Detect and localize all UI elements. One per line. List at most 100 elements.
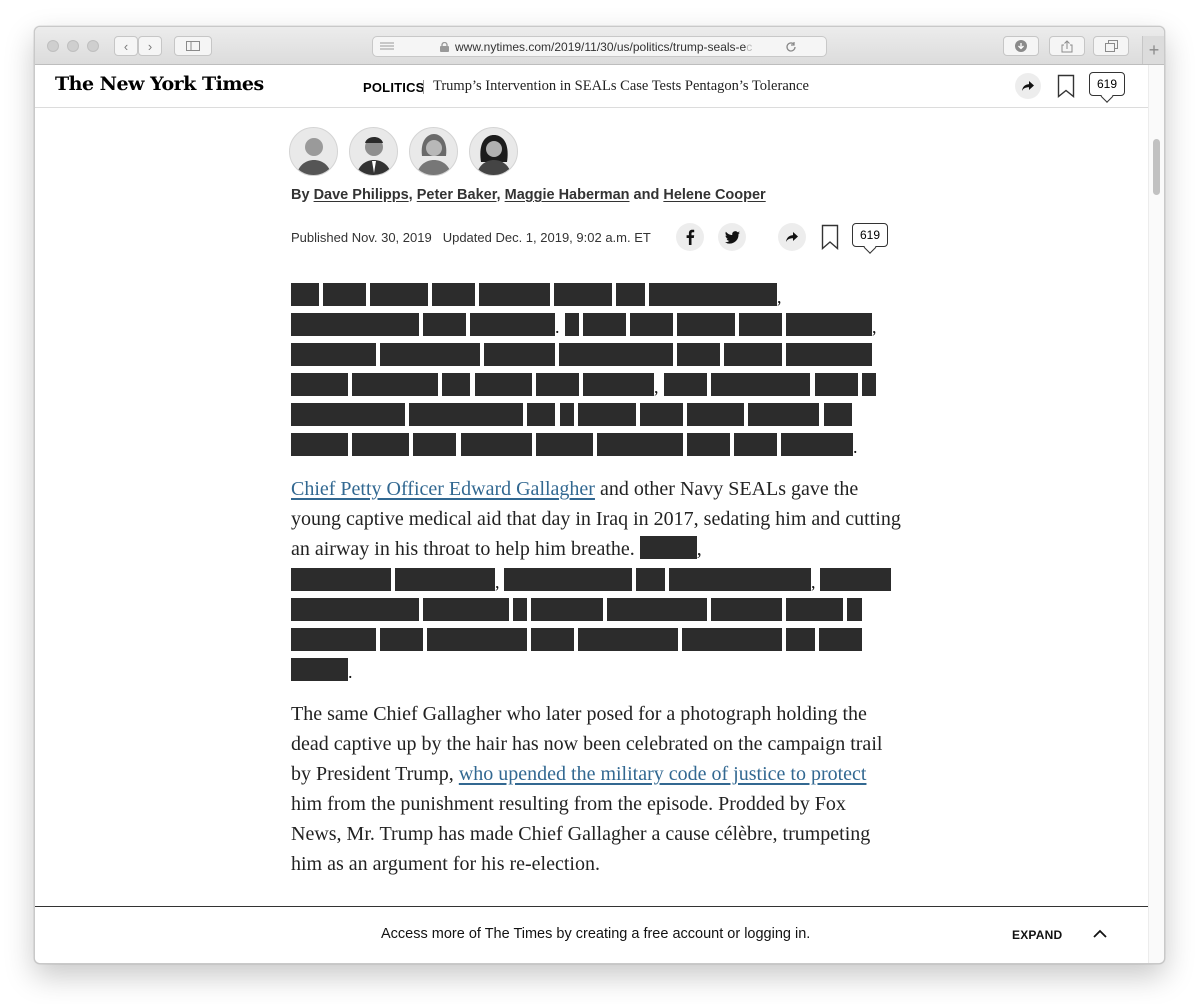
section-label[interactable]: POLITICS <box>363 80 425 95</box>
redaction-block <box>291 343 376 366</box>
bookmark-icon[interactable] <box>1057 74 1075 98</box>
redaction-block <box>781 433 853 456</box>
redaction-block <box>442 373 470 396</box>
redaction-block <box>687 403 744 426</box>
browser-window: ‹ › www.nytimes.com/2019/11/30/us/politi… <box>34 26 1165 964</box>
scrollbar-thumb[interactable] <box>1153 139 1160 195</box>
share-sheet-button[interactable] <box>1049 36 1085 56</box>
redaction-block <box>687 433 730 456</box>
reload-icon[interactable] <box>785 41 797 53</box>
chevron-up-icon[interactable] <box>1093 929 1107 939</box>
browser-toolbar: ‹ › www.nytimes.com/2019/11/30/us/politi… <box>35 27 1164 65</box>
redaction-block <box>380 628 423 651</box>
share-button[interactable] <box>778 223 806 251</box>
byline-separator: and <box>629 187 664 203</box>
redaction-block <box>479 283 550 306</box>
redaction-block <box>423 313 466 336</box>
redaction-block <box>352 433 409 456</box>
redaction-block <box>711 373 810 396</box>
sidebar-button[interactable] <box>174 36 212 56</box>
share-box-icon <box>1061 39 1073 52</box>
redaction-block <box>862 373 876 396</box>
redaction-block <box>291 433 348 456</box>
tabs-overview-button[interactable] <box>1093 36 1129 56</box>
redaction-block <box>413 433 456 456</box>
reader-icon <box>380 42 394 49</box>
close-window-button[interactable] <box>47 40 59 52</box>
redaction-block <box>323 283 366 306</box>
bookmark-icon[interactable] <box>821 224 839 250</box>
redaction-block <box>711 598 782 621</box>
address-bar[interactable]: www.nytimes.com/2019/11/30/us/politics/t… <box>372 36 827 57</box>
twitter-share-button[interactable] <box>718 223 746 251</box>
nyt-logo[interactable]: The New York Times <box>55 73 264 95</box>
redaction-block <box>536 433 593 456</box>
redaction-block <box>739 313 782 336</box>
article-headline: Trump’s Intervention in SEALs Case Tests… <box>433 78 809 94</box>
redaction-block <box>513 598 527 621</box>
redaction-block <box>819 628 862 651</box>
redaction-block <box>616 283 645 306</box>
page-scrollbar[interactable] <box>1148 65 1164 963</box>
author-link[interactable]: Peter Baker <box>417 187 497 203</box>
redaction-block <box>748 403 819 426</box>
redaction-block <box>291 568 391 591</box>
zoom-window-button[interactable] <box>87 40 99 52</box>
paragraph-text: him from the punishment resulting from t… <box>291 793 871 875</box>
facebook-icon <box>686 229 695 245</box>
redaction-block <box>423 598 509 621</box>
redaction-block <box>578 628 678 651</box>
redaction-block <box>824 403 852 426</box>
twitter-icon <box>724 230 740 244</box>
redaction-block <box>820 568 891 591</box>
redaction-block <box>649 283 777 306</box>
byline-prefix: By <box>291 187 314 203</box>
back-button[interactable]: ‹ <box>114 36 138 56</box>
redaction-block <box>470 313 555 336</box>
redaction-block <box>630 313 673 336</box>
avatar[interactable] <box>349 127 398 176</box>
author-link[interactable]: Helene Cooper <box>663 187 765 203</box>
redaction-block <box>560 403 574 426</box>
header-share-button[interactable] <box>1015 73 1041 99</box>
share-arrow-icon <box>786 232 798 242</box>
redaction-block <box>583 313 626 336</box>
redaction-block <box>484 343 555 366</box>
redaction-block <box>607 598 707 621</box>
forward-button[interactable]: › <box>138 36 162 56</box>
redaction-block <box>432 283 475 306</box>
comment-count: 619 <box>1096 77 1118 91</box>
redaction-block <box>578 403 636 426</box>
redaction-block <box>395 568 495 591</box>
avatar[interactable] <box>289 127 338 176</box>
header-divider <box>423 80 424 94</box>
minimize-window-button[interactable] <box>67 40 79 52</box>
author-link[interactable]: Dave Philipps <box>314 187 409 203</box>
facebook-share-button[interactable] <box>676 223 704 251</box>
byline-separator: , <box>496 187 505 203</box>
comments-button[interactable]: 619 <box>852 223 888 247</box>
expand-button[interactable]: EXPAND <box>1012 928 1062 942</box>
author-link[interactable]: Maggie Haberman <box>505 187 630 203</box>
redaction-block <box>352 373 438 396</box>
redaction-block <box>536 373 579 396</box>
downloads-button[interactable] <box>1003 36 1039 56</box>
new-tab-button[interactable]: + <box>1142 36 1164 64</box>
redaction-block <box>531 598 603 621</box>
article-dates: Published Nov. 30, 2019 Updated Dec. 1, 2… <box>291 230 662 245</box>
redaction-block <box>664 373 707 396</box>
avatar[interactable] <box>409 127 458 176</box>
military-justice-link[interactable]: who upended the military code of justice… <box>459 763 867 785</box>
redaction-block <box>597 433 683 456</box>
redaction-block <box>409 403 523 426</box>
sidebar-icon <box>186 41 200 51</box>
gallagher-link[interactable]: Chief Petty Officer Edward Gallagher <box>291 478 595 500</box>
gate-message: Access more of The Times by creating a f… <box>381 926 811 942</box>
redaction-block <box>786 343 872 366</box>
avatar[interactable] <box>469 127 518 176</box>
header-comments-button[interactable]: 619 <box>1089 72 1125 96</box>
updated-date: Updated Dec. 1, 2019, 9:02 a.m. ET <box>442 230 651 245</box>
redaction-block <box>475 373 532 396</box>
published-date: Published Nov. 30, 2019 <box>291 230 432 245</box>
redaction-block <box>291 283 319 306</box>
